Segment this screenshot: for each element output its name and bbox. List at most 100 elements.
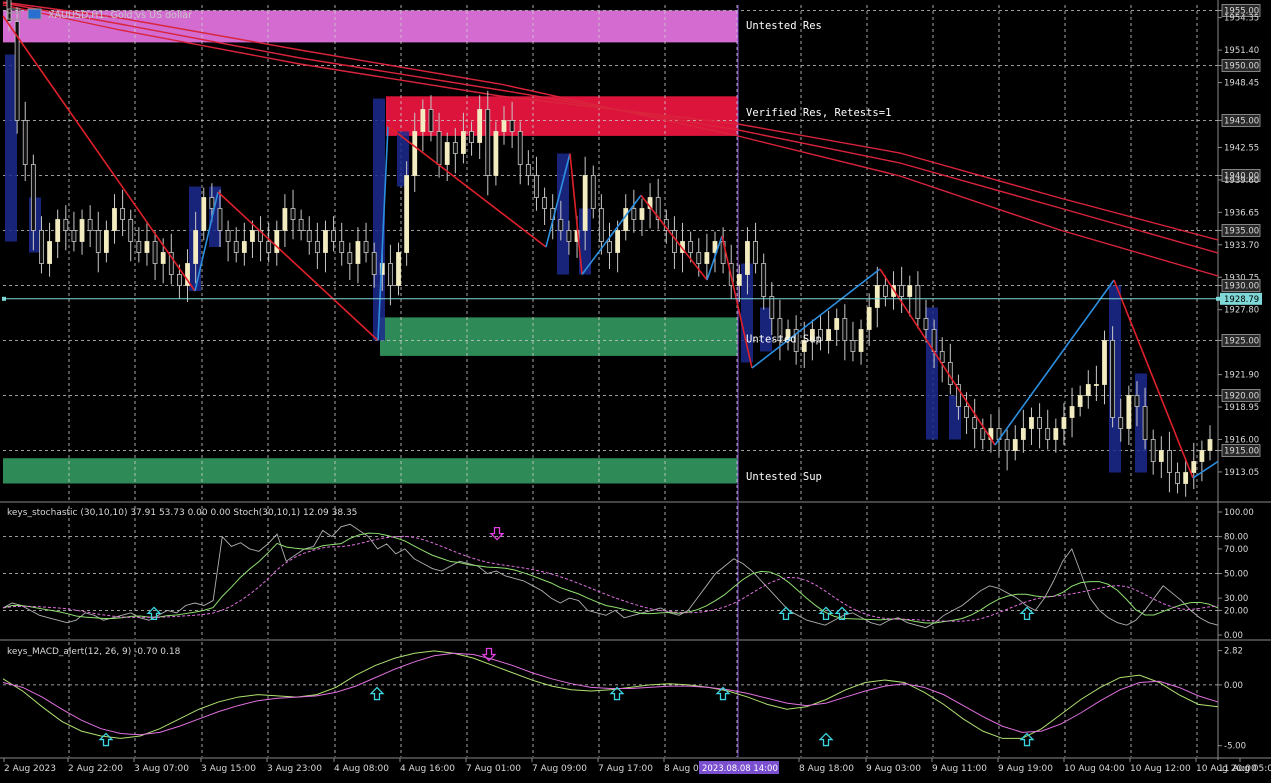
bull-candle[interactable] <box>144 241 150 253</box>
bear-candle[interactable] <box>509 120 515 132</box>
bear-candle[interactable] <box>63 219 69 231</box>
bear-candle[interactable] <box>598 208 604 242</box>
bear-candle[interactable] <box>590 175 596 209</box>
bear-candle[interactable] <box>363 241 369 253</box>
bear-candle[interactable] <box>436 131 442 165</box>
bull-candle[interactable] <box>1069 406 1075 418</box>
bear-candle[interactable] <box>915 285 921 319</box>
bear-candle[interactable] <box>217 208 223 231</box>
bull-candle[interactable] <box>623 208 629 231</box>
bear-candle[interactable] <box>177 274 182 286</box>
bear-candle[interactable] <box>22 120 28 165</box>
bull-candle[interactable] <box>193 230 199 264</box>
bull-candle[interactable] <box>79 219 85 242</box>
bull-candle[interactable] <box>745 241 750 275</box>
bear-candle[interactable] <box>1150 439 1156 462</box>
bull-candle[interactable] <box>874 285 880 308</box>
bull-candle[interactable] <box>826 329 832 341</box>
trading-chart[interactable]: Untested Res Verified Res, Retests=1 Untes… <box>0 0 1271 779</box>
bull-candle[interactable] <box>47 241 52 264</box>
bull-candle[interactable] <box>112 208 117 231</box>
bear-candle[interactable] <box>485 109 491 176</box>
buy-signal-arrow-icon[interactable] <box>1019 732 1035 747</box>
bull-candle[interactable] <box>461 131 466 154</box>
bear-candle[interactable] <box>1004 439 1010 451</box>
bull-candle[interactable] <box>444 142 450 165</box>
price-line-handle[interactable] <box>2 296 6 301</box>
buy-signal-arrow-icon[interactable] <box>1019 606 1035 621</box>
bear-candle[interactable] <box>225 230 231 242</box>
bear-candle[interactable] <box>30 164 36 231</box>
bull-candle[interactable] <box>241 241 247 253</box>
bull-candle[interactable] <box>1158 450 1164 462</box>
bull-candle[interactable] <box>1061 417 1067 429</box>
sell-signal-arrow-icon[interactable] <box>489 526 505 541</box>
bull-candle[interactable] <box>907 285 913 297</box>
bear-candle[interactable] <box>517 131 523 165</box>
bull-candle[interactable] <box>282 208 288 231</box>
bull-candle[interactable] <box>858 329 864 352</box>
bull-candle[interactable] <box>160 252 166 264</box>
bull-candle[interactable] <box>103 230 109 253</box>
bear-candle[interactable] <box>371 252 377 275</box>
bull-candle[interactable] <box>201 197 207 231</box>
bear-candle[interactable] <box>452 142 458 154</box>
bear-candle[interactable] <box>972 417 978 429</box>
bear-candle[interactable] <box>1134 395 1140 407</box>
bear-candle[interactable] <box>1118 417 1124 429</box>
bull-candle[interactable] <box>404 175 410 253</box>
bull-candle[interactable] <box>1207 439 1213 451</box>
zone-rect[interactable] <box>3 458 738 484</box>
bear-candle[interactable] <box>1110 340 1116 418</box>
bull-candle[interactable] <box>615 230 621 253</box>
bull-candle[interactable] <box>396 252 401 286</box>
bear-candle[interactable] <box>769 296 775 319</box>
bear-candle[interactable] <box>761 263 767 297</box>
bull-candle[interactable] <box>1077 395 1083 407</box>
bear-candle[interactable] <box>428 109 434 132</box>
price-line-handle[interactable] <box>1216 296 1220 301</box>
bear-candle[interactable] <box>387 263 393 286</box>
bear-candle[interactable] <box>753 241 758 264</box>
bear-candle[interactable] <box>980 428 986 440</box>
bear-candle[interactable] <box>347 252 353 264</box>
bear-candle[interactable] <box>923 318 929 330</box>
bear-candle[interactable] <box>39 230 44 264</box>
bull-candle[interactable] <box>1191 461 1197 473</box>
bull-candle[interactable] <box>250 230 255 242</box>
bear-candle[interactable] <box>1045 428 1051 440</box>
bear-candle[interactable] <box>1167 450 1172 473</box>
bull-candle[interactable] <box>704 252 710 264</box>
bear-candle[interactable] <box>631 208 637 220</box>
bull-candle[interactable] <box>323 230 328 253</box>
bear-candle[interactable] <box>128 219 134 242</box>
bear-candle[interactable] <box>566 230 572 242</box>
bear-candle[interactable] <box>964 406 969 418</box>
bull-candle[interactable] <box>420 109 426 132</box>
bear-candle[interactable] <box>850 340 856 352</box>
bear-candle[interactable] <box>290 208 296 220</box>
bull-candle[interactable] <box>1053 428 1059 440</box>
bear-candle[interactable] <box>339 241 345 253</box>
bull-candle[interactable] <box>55 219 61 242</box>
bear-candle[interactable] <box>306 230 312 242</box>
bear-candle[interactable] <box>266 241 272 253</box>
bear-candle[interactable] <box>87 219 93 231</box>
bull-candle[interactable] <box>582 175 588 231</box>
bear-candle[interactable] <box>298 219 304 231</box>
bear-candle[interactable] <box>469 131 474 143</box>
bull-candle[interactable] <box>639 208 645 220</box>
bear-candle[interactable] <box>842 318 848 341</box>
bull-candle[interactable] <box>477 109 483 143</box>
bear-candle[interactable] <box>152 241 158 264</box>
bear-candle[interactable] <box>71 230 77 242</box>
bear-candle[interactable] <box>120 208 126 220</box>
bull-candle[interactable] <box>501 120 507 132</box>
bear-candle[interactable] <box>688 241 694 253</box>
bear-candle[interactable] <box>1037 417 1042 429</box>
buy-signal-arrow-icon[interactable] <box>818 606 834 621</box>
bear-candle[interactable] <box>542 197 547 209</box>
bull-candle[interactable] <box>1093 384 1099 386</box>
bear-candle[interactable] <box>1175 472 1180 484</box>
bear-candle[interactable] <box>696 252 702 264</box>
